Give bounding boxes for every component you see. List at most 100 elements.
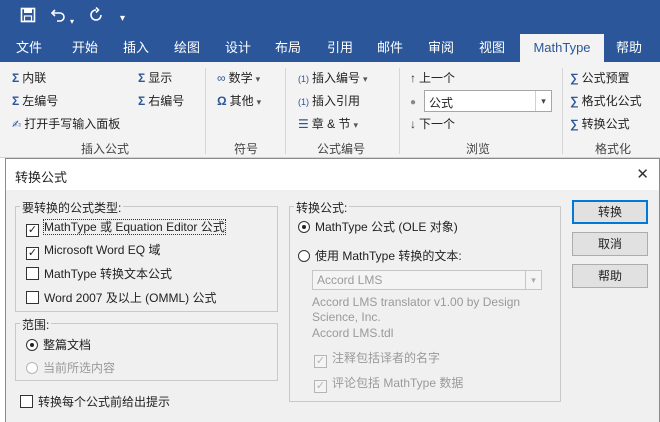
inline-button[interactable]: Σ 内联 <box>12 70 46 86</box>
next-button[interactable]: ↓ 下一个 <box>410 116 455 132</box>
type-checkbox-eq-field[interactable]: ✓ Microsoft Word EQ 域 <box>26 242 160 260</box>
group-label-format: 格式化 <box>594 142 631 156</box>
prompt-each-checkbox[interactable]: 转换每个公式前给出提示 <box>20 394 170 410</box>
left-number-button[interactable]: Σ 左编号 <box>12 93 58 109</box>
checkbox-checked[interactable]: ✓ <box>26 247 39 260</box>
chevron-down-icon[interactable]: ▾ <box>525 271 541 289</box>
checkbox-unchecked[interactable] <box>20 395 33 408</box>
number-tag-icon: (1) <box>298 74 309 84</box>
pen-icon: ✍ <box>12 119 22 131</box>
tab-file[interactable]: 文件 <box>6 34 52 62</box>
customize-icon[interactable]: ▾ <box>120 9 125 29</box>
group-separator <box>562 68 563 154</box>
group-separator <box>399 68 400 154</box>
tab-view[interactable]: 视图 <box>468 34 516 62</box>
arrow-down-icon: ↓ <box>410 117 416 131</box>
undo-icon[interactable] <box>50 7 66 29</box>
convert-equations-button[interactable]: ∑ 转换公式 <box>570 116 630 132</box>
type-checkbox-mathtype[interactable]: ✓ MathType 或 Equation Editor 公式 <box>26 219 226 237</box>
dialog-title-bar: 转换公式 ✕ <box>6 159 659 190</box>
sigma-icon: Σ <box>138 94 146 108</box>
convert-equations-dialog: 转换公式 ✕ 要转换的公式类型: ✓ MathType 或 Equation Ed… <box>5 158 660 422</box>
other-symbols-button[interactable]: Ω 其他 ▾ <box>217 93 261 110</box>
chevron-down-icon[interactable]: ▾ <box>535 91 551 111</box>
radio-selected[interactable] <box>298 221 310 233</box>
save-icon[interactable] <box>20 7 36 29</box>
tab-references[interactable]: 引用 <box>316 34 364 62</box>
infinity-icon: ∞ <box>217 71 226 85</box>
group-label-symbols: 符号 <box>233 142 258 156</box>
group-label-browse: 浏览 <box>465 142 490 156</box>
translator-value: Accord LMS <box>317 273 383 287</box>
chevron-down-icon: ▾ <box>363 74 368 84</box>
browse-type-combo[interactable]: 公式 ▾ <box>424 90 552 112</box>
redo-icon[interactable] <box>88 6 104 29</box>
preset-icon: ∑ <box>570 71 579 85</box>
insert-number-button[interactable]: (1) 插入编号 ▾ <box>298 70 368 87</box>
tab-insert[interactable]: 插入 <box>112 34 160 62</box>
list-icon: ☰ <box>298 117 309 131</box>
chevron-down-icon: ▾ <box>256 97 262 107</box>
convert-group-legend: 转换公式: <box>294 199 350 216</box>
type-checkbox-text[interactable]: MathType 转换文本公式 <box>26 266 172 282</box>
sigma-icon: Σ <box>12 71 20 85</box>
range-radio-whole[interactable]: 整篇文档 <box>26 337 91 353</box>
tab-mailings[interactable]: 邮件 <box>366 34 414 62</box>
format-equations-button[interactable]: ∑ 格式化公式 <box>570 93 642 109</box>
sigma-icon: Σ <box>138 71 146 85</box>
tab-help[interactable]: 帮助 <box>606 34 652 62</box>
radio-unselected[interactable] <box>298 250 310 262</box>
convert-button[interactable]: 转换 <box>572 200 648 224</box>
convert-icon: ∑ <box>570 117 579 131</box>
math-symbols-button[interactable]: ∞ 数学 ▾ <box>217 70 260 87</box>
insert-reference-button[interactable]: (1) 插入引用 <box>298 93 360 110</box>
browse-type-radio-icon: ● <box>410 97 417 108</box>
tab-home[interactable]: 开始 <box>60 34 110 62</box>
radio-selected[interactable] <box>26 339 38 351</box>
tab-layout[interactable]: 布局 <box>264 34 312 62</box>
arrow-up-icon: ↑ <box>410 71 416 85</box>
convert-radio-text[interactable]: 使用 MathType 转换的文本: <box>298 248 462 264</box>
checkbox-unchecked[interactable] <box>26 267 39 280</box>
checkbox-checked[interactable]: ✓ <box>314 355 327 368</box>
checkbox-unchecked[interactable] <box>26 291 39 304</box>
type-checkbox-omml[interactable]: Word 2007 及以上 (OMML) 公式 <box>26 290 216 306</box>
sigma-icon: Σ <box>12 94 20 108</box>
translator-combo[interactable]: Accord LMS ▾ <box>312 270 542 290</box>
checkbox-checked[interactable]: ✓ <box>26 224 39 237</box>
group-label-insert: 插入公式 <box>80 142 129 156</box>
tab-draw[interactable]: 绘图 <box>163 34 211 62</box>
handwriting-button[interactable]: ✍ 打开手写输入面板 <box>12 116 120 133</box>
dialog-title: 转换公式 <box>15 170 68 185</box>
translator-file: Accord LMS.tdl <box>312 326 394 340</box>
quick-access-toolbar: ▾ ▾ <box>0 0 660 34</box>
ribbon-body: Σ 内联 Σ 显示 Σ 左编号 Σ 右编号 ✍ 打开手写输入面板 插入公式 ∞ 数学 ▾ Ω其… <box>0 62 660 158</box>
chapter-section-button[interactable]: ☰ 章 & 节 ▾ <box>298 116 358 133</box>
tab-review[interactable]: 审阅 <box>417 34 465 62</box>
checkbox-checked[interactable]: ✓ <box>314 380 327 393</box>
format-icon: ∑ <box>570 94 579 108</box>
tab-design[interactable]: 设计 <box>214 34 262 62</box>
tab-mathtype[interactable]: MathType <box>520 34 604 62</box>
group-separator <box>285 68 286 154</box>
display-button[interactable]: Σ 显示 <box>138 70 172 86</box>
include-comment-checkbox[interactable]: ✓ 注释包括译者的名字 <box>314 350 440 368</box>
close-icon[interactable]: ✕ <box>636 165 649 183</box>
omega-icon: Ω <box>217 94 227 108</box>
translator-description: Accord LMS translator v1.00 by Design Sc… <box>312 295 521 324</box>
radio-unselected[interactable] <box>26 362 38 374</box>
chevron-down-icon: ▾ <box>255 74 261 84</box>
previous-button[interactable]: ↑ 上一个 <box>410 70 455 86</box>
equation-preset-button[interactable]: ∑ 公式预置 <box>570 70 630 86</box>
right-number-button[interactable]: Σ 右编号 <box>138 93 184 109</box>
range-radio-selection[interactable]: 当前所选内容 <box>26 360 115 376</box>
group-label-numbering: 公式编号 <box>316 142 365 156</box>
include-data-checkbox[interactable]: ✓ 评论包括 MathType 数据 <box>314 375 463 393</box>
group-separator <box>205 68 206 154</box>
ribbon-tabs: 文件 开始 插入 绘图 设计 布局 引用 邮件 审阅 视图 MathType 帮… <box>0 34 660 62</box>
help-button[interactable]: 帮助 <box>572 264 648 288</box>
undo-dropdown-icon[interactable]: ▾ <box>70 12 74 32</box>
range-group-legend: 范围: <box>20 316 52 333</box>
cancel-button[interactable]: 取消 <box>572 232 648 256</box>
convert-radio-ole[interactable]: MathType 公式 (OLE 对象) <box>298 219 458 235</box>
